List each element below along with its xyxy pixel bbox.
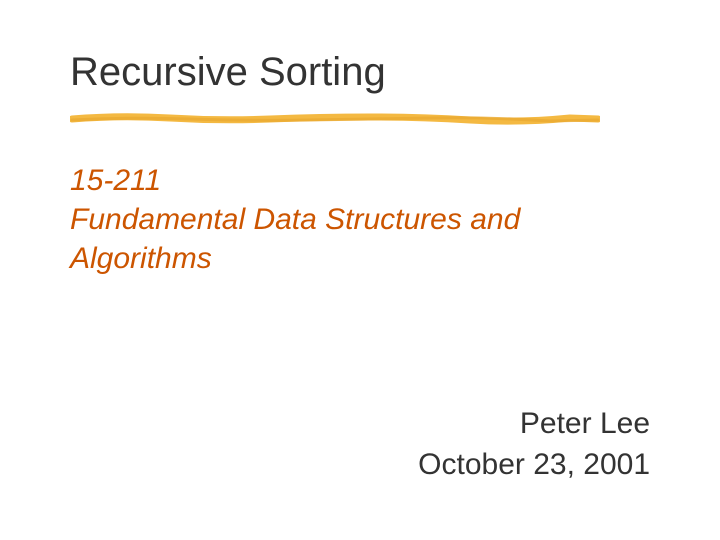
slide-subtitle: 15-211 Fundamental Data Structures and A…	[70, 161, 650, 278]
title-underline	[70, 113, 600, 123]
course-number: 15-211	[70, 161, 650, 200]
presentation-date: October 23, 2001	[418, 445, 650, 486]
author-name: Peter Lee	[418, 404, 650, 445]
slide-container: Recursive Sorting 15-211 Fundamental Dat…	[0, 0, 720, 540]
slide-title: Recursive Sorting	[70, 50, 650, 95]
course-name: Fundamental Data Structures and Algorith…	[70, 200, 650, 278]
author-block: Peter Lee October 23, 2001	[418, 404, 650, 485]
